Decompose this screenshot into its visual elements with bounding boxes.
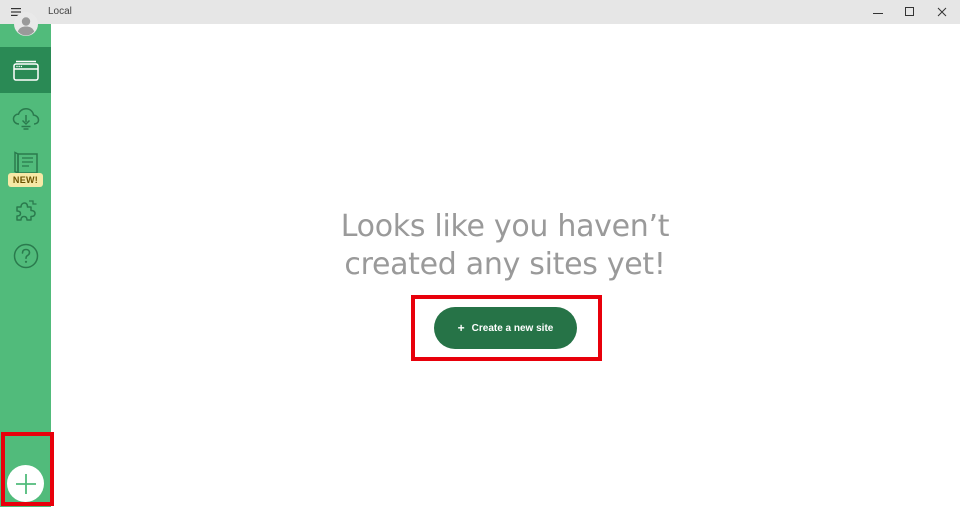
- avatar-icon: [13, 12, 38, 36]
- maximize-button[interactable]: [894, 0, 926, 24]
- minimize-button[interactable]: [862, 0, 894, 24]
- new-badge: NEW!: [8, 173, 43, 187]
- empty-state-line-1: Looks like you haven’t: [340, 209, 670, 244]
- sidebar-item-help[interactable]: [0, 238, 51, 274]
- plus-icon: [15, 473, 36, 494]
- window-title: Local: [48, 6, 72, 17]
- blueprint-icon: [13, 151, 38, 175]
- puzzle-icon: [15, 200, 36, 221]
- sidebar-item-local-sites[interactable]: [0, 47, 51, 93]
- minimize-icon: [873, 13, 883, 14]
- maximize-icon: [905, 7, 914, 16]
- close-icon: [937, 7, 947, 17]
- question-icon: [13, 243, 38, 269]
- create-new-site-label: Create a new site: [471, 322, 554, 334]
- empty-state-line-2: created any sites yet!: [344, 247, 666, 282]
- close-button[interactable]: [926, 0, 958, 24]
- sidebar-item-account[interactable]: [0, 10, 51, 38]
- plus-icon: +: [457, 321, 465, 335]
- add-site-button[interactable]: [7, 465, 44, 502]
- create-new-site-button[interactable]: + Create a new site: [434, 307, 577, 349]
- browser-window-icon: [12, 60, 39, 81]
- cloud-icon: [12, 108, 39, 130]
- empty-state-message: Looks like you haven’t created any sites…: [300, 208, 710, 284]
- sidebar-item-add-ons[interactable]: [0, 193, 51, 227]
- title-bar: Local: [0, 0, 960, 24]
- sidebar-item-connect[interactable]: [0, 100, 51, 138]
